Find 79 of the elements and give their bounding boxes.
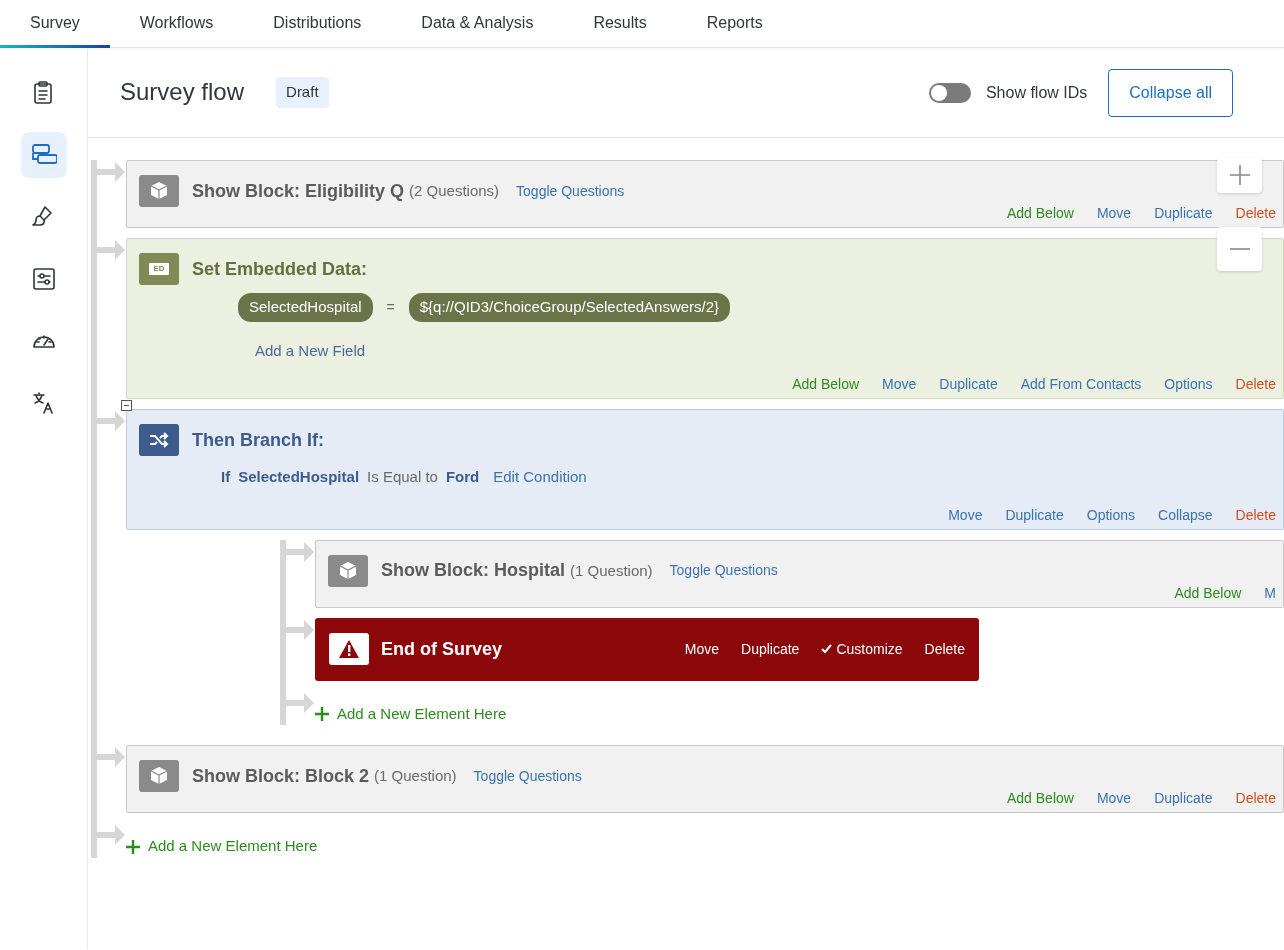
icon-label: ED [149, 263, 169, 276]
action-link[interactable]: Duplicate [1005, 506, 1064, 523]
field-name-tag[interactable]: SelectedHospital [238, 293, 373, 322]
action-link[interactable]: Duplicate [939, 376, 998, 393]
warning-icon [329, 633, 369, 666]
block-title: Show Block: Block 2 [192, 764, 370, 788]
action-link[interactable]: Duplicate [1154, 790, 1213, 807]
action-link[interactable]: Add Below [1174, 584, 1242, 601]
connector-arrow [286, 692, 314, 713]
nav-tab[interactable]: Workflows [109, 0, 244, 48]
action-link[interactable]: Delete [924, 638, 965, 660]
toggle-questions-link[interactable]: Toggle Questions [669, 560, 778, 582]
sliders-icon [30, 266, 57, 292]
question-count: (1 Question) [374, 766, 457, 787]
block-title: Show Block: Eligibility Q [192, 179, 405, 203]
action-link[interactable]: Options [1086, 506, 1136, 523]
action-link[interactable]: Move [948, 506, 983, 523]
toggle-label: Show flow IDs [985, 82, 1088, 103]
sidebar-button[interactable] [20, 132, 67, 178]
collapse-toggle[interactable] [121, 400, 132, 412]
action-link[interactable]: Duplicate [741, 638, 800, 660]
action-link[interactable]: Add From Contacts [1020, 376, 1142, 393]
block-icon [139, 760, 179, 793]
toggle-switch[interactable] [928, 82, 971, 103]
block-icon [139, 175, 179, 207]
action-link[interactable]: Add Below [792, 376, 860, 393]
status-badge: Draft [276, 77, 329, 108]
page-title: Survey flow [120, 78, 245, 107]
field-value-tag[interactable]: ${q://QID3/ChoiceGroup/SelectedAnswers/2} [408, 293, 731, 322]
add-field-link[interactable]: Add a New Field [255, 339, 366, 363]
connector-arrow [97, 825, 125, 846]
plus-icon [1229, 165, 1250, 185]
toggle-questions-link[interactable]: Toggle Questions [473, 765, 582, 787]
action-link[interactable]: Customize [821, 638, 903, 660]
add-element-link[interactable]: Add a New Element Here [315, 702, 507, 726]
connector-arrow [97, 240, 125, 261]
condition-value: Ford [445, 467, 480, 488]
action-link[interactable]: Move [684, 638, 719, 660]
action-link[interactable]: Add Below [1007, 790, 1074, 807]
question-count: (2 Questions) [409, 180, 500, 201]
action-link[interactable]: Collapse [1158, 506, 1213, 523]
nav-tab[interactable]: Survey [0, 0, 110, 48]
block-icon [328, 554, 368, 587]
block-title: Then Branch If: [192, 428, 324, 452]
action-link[interactable]: M [1264, 584, 1276, 601]
nav-tab[interactable]: Reports [676, 0, 793, 48]
block-title: End of Survey [381, 637, 504, 661]
block-title: Set Embedded Data: [192, 257, 368, 281]
connector-arrow [97, 747, 125, 768]
minus-icon [1229, 247, 1250, 251]
plus-icon [315, 707, 329, 722]
action-link[interactable]: Delete [1235, 205, 1276, 222]
block-title: Show Block: Hospital [381, 559, 566, 583]
nav-tab[interactable]: Results [563, 0, 677, 48]
shuffle-icon [139, 424, 179, 457]
action-link[interactable]: Delete [1235, 790, 1276, 807]
action-link[interactable]: Move [1096, 205, 1132, 222]
action-link[interactable]: Duplicate [1154, 205, 1213, 222]
action-link[interactable]: Move [882, 376, 917, 393]
action-link[interactable]: Move [1096, 790, 1132, 807]
condition-operator: Is Equal to [367, 467, 438, 488]
nav-tab[interactable]: Data & Analysis [391, 0, 564, 48]
connector-arrow [286, 619, 314, 640]
action-link[interactable]: Add Below [1007, 205, 1074, 222]
action-link[interactable]: Delete [1235, 376, 1276, 393]
toggle-questions-link[interactable]: Toggle Questions [516, 180, 625, 202]
nav-tab[interactable]: Distributions [243, 0, 392, 48]
edit-condition-link[interactable]: Edit Condition [493, 466, 587, 489]
action-link[interactable]: Delete [1235, 506, 1276, 523]
equals-sign: = [386, 297, 395, 317]
condition-field: SelectedHospital [238, 466, 360, 489]
question-count: (1 Question) [570, 560, 653, 581]
condition-keyword: If [221, 467, 231, 488]
collapse-all-button[interactable]: Collapse all [1108, 68, 1233, 117]
action-link[interactable]: Options [1164, 376, 1213, 393]
add-element-link[interactable]: Add a New Element Here [126, 835, 318, 858]
plus-icon [126, 839, 140, 854]
connector-arrow [97, 411, 125, 432]
zoom-in-button[interactable] [1217, 157, 1262, 193]
